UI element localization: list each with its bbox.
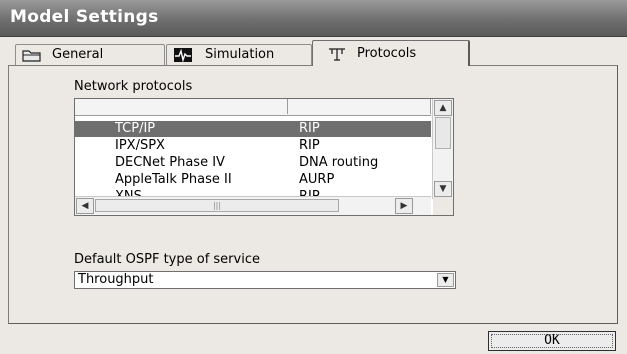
scroll-down-button[interactable]: ▼ — [434, 181, 452, 197]
network-protocols-label: Network protocols — [74, 79, 193, 94]
tab-general[interactable]: General — [15, 44, 165, 65]
chevron-right-icon: ▶ — [400, 201, 408, 211]
ospf-type-select[interactable]: Throughput ▼ — [74, 271, 456, 289]
tab-protocols[interactable]: Protocols — [312, 40, 470, 66]
protocol-name: AppleTalk Phase II — [115, 172, 232, 187]
protocol-name: DECNet Phase IV — [115, 155, 225, 170]
tab-protocols-label: Protocols — [357, 46, 417, 61]
list-item[interactable]: DECNet Phase IV DNA routing — [75, 155, 431, 171]
title-bar[interactable]: Model Settings — [0, 0, 627, 37]
scroll-right-button[interactable]: ▶ — [395, 198, 413, 214]
chevron-up-icon: ▲ — [439, 103, 447, 113]
list-header — [75, 99, 431, 116]
ok-button[interactable]: OK — [488, 331, 616, 351]
column-header-routing[interactable] — [288, 99, 431, 114]
list-item[interactable]: AppleTalk Phase II AURP — [75, 172, 431, 188]
folder-icon — [22, 47, 42, 63]
scroll-up-button[interactable]: ▲ — [434, 100, 452, 116]
protocol-name: TCP/IP — [115, 121, 156, 136]
tab-simulation[interactable]: Simulation — [166, 44, 312, 65]
window-title: Model Settings — [10, 7, 159, 27]
routing-name: AURP — [299, 172, 335, 187]
chevron-down-icon: ▼ — [442, 275, 449, 284]
column-header-protocol[interactable] — [75, 99, 288, 114]
scroll-left-button[interactable]: ◀ — [76, 198, 94, 214]
tab-simulation-label: Simulation — [205, 47, 275, 62]
tab-general-label: General — [52, 47, 104, 62]
protocols-list[interactable]: TCP/IP RIP IPX/SPX RIP DECNet Phase IV D… — [74, 98, 454, 216]
dropdown-button[interactable]: ▼ — [437, 273, 454, 287]
vertical-scroll-thumb[interactable] — [435, 117, 451, 149]
list-item[interactable]: TCP/IP RIP — [75, 121, 431, 137]
horizontal-scroll-thumb[interactable]: ||| — [95, 199, 339, 212]
list-item[interactable]: IPX/SPX RIP — [75, 138, 431, 154]
routing-name: RIP — [299, 121, 320, 136]
ospf-label: Default OSPF type of service — [74, 252, 260, 267]
grip-icon: ||| — [212, 201, 222, 210]
routing-name: DNA routing — [299, 155, 379, 170]
scrollbar-corner — [433, 197, 453, 215]
vertical-scrollbar[interactable]: ▲ ▼ — [432, 99, 453, 199]
heart-monitor-icon — [173, 47, 193, 63]
routing-name: RIP — [299, 138, 320, 153]
chevron-left-icon: ◀ — [81, 201, 89, 211]
protocol-name: IPX/SPX — [115, 138, 165, 153]
network-icon — [327, 46, 347, 62]
chevron-down-icon: ▼ — [439, 184, 447, 194]
horizontal-scrollbar[interactable]: ◀ ||| ▶ — [75, 196, 431, 215]
ospf-selected-value: Throughput — [78, 272, 154, 287]
